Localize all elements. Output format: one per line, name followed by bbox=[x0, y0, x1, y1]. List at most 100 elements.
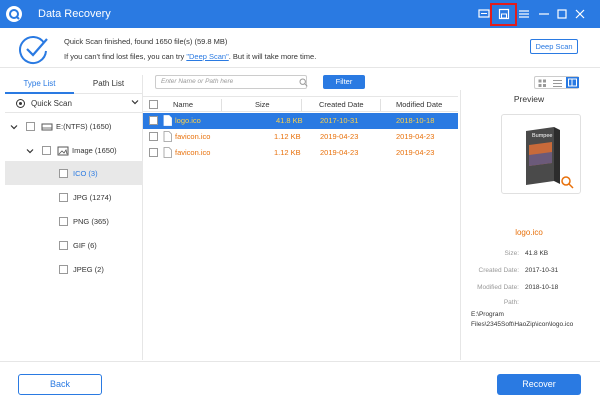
column-name[interactable]: Name bbox=[173, 100, 193, 109]
table-row[interactable]: logo.ico 41.8 KB 2017-10-31 2018-10-18 bbox=[143, 113, 458, 129]
column-size[interactable]: Size bbox=[255, 100, 270, 109]
tree-item-label: ICO (3) bbox=[73, 169, 98, 178]
checkbox[interactable] bbox=[26, 122, 35, 131]
checkbox[interactable] bbox=[149, 116, 158, 125]
filter-button[interactable]: Filter bbox=[323, 75, 365, 89]
view-toggle bbox=[534, 76, 579, 89]
tree-item-drive[interactable]: E:(NTFS) (1650) bbox=[5, 115, 143, 139]
column-modified-date[interactable]: Modified Date bbox=[396, 100, 442, 109]
feedback-icon[interactable] bbox=[477, 7, 491, 21]
tree-item-label: GIF (6) bbox=[73, 241, 97, 250]
checkbox[interactable] bbox=[59, 217, 68, 226]
path-label: Path: bbox=[503, 299, 519, 306]
tab-type-list[interactable]: Type List bbox=[5, 75, 74, 94]
checkbox[interactable] bbox=[59, 193, 68, 202]
file-size: 41.8 KB bbox=[276, 116, 303, 125]
file-icon bbox=[163, 115, 172, 128]
modified-date: 2018-10-18 bbox=[396, 116, 435, 125]
preview-thumbnail: Bumpee bbox=[501, 114, 581, 194]
sidebar: Type List Path List Quick Scan E:(NTFS) … bbox=[5, 75, 143, 360]
tree-item-label: E:(NTFS) (1650) bbox=[56, 122, 112, 131]
preview-view-icon[interactable] bbox=[566, 77, 579, 88]
checkbox[interactable] bbox=[149, 132, 158, 141]
sidebar-tabs: Type List Path List bbox=[5, 75, 143, 94]
recover-button[interactable]: Recover bbox=[497, 374, 581, 395]
menu-icon[interactable] bbox=[517, 7, 531, 21]
check-circle-icon bbox=[18, 33, 50, 67]
file-list-panel: Enter Name or Path here Filter Name Size… bbox=[143, 75, 458, 360]
created-date: 2019-04-23 bbox=[320, 132, 359, 141]
preview-title: Preview bbox=[513, 94, 545, 104]
created-date: 2017-10-31 bbox=[320, 116, 359, 125]
zoom-icon[interactable] bbox=[560, 175, 574, 191]
column-created-date[interactable]: Created Date bbox=[319, 100, 364, 109]
file-name: logo.ico bbox=[175, 116, 201, 125]
maximize-icon[interactable] bbox=[555, 7, 569, 21]
tree-item-jpg[interactable]: JPG (1274) bbox=[5, 185, 143, 209]
search-input[interactable]: Enter Name or Path here bbox=[155, 75, 307, 89]
modified-date-value: 2018-10-18 bbox=[525, 284, 559, 291]
drive-icon bbox=[41, 121, 53, 135]
file-icon bbox=[163, 147, 172, 160]
minimize-icon[interactable] bbox=[537, 7, 551, 21]
scan-mode-label: Quick Scan bbox=[31, 99, 72, 108]
modified-date: 2019-04-23 bbox=[396, 132, 435, 141]
scan-mode-select[interactable]: Quick Scan bbox=[5, 94, 143, 113]
thumbnail-view-icon[interactable] bbox=[538, 79, 547, 90]
checkbox[interactable] bbox=[59, 169, 68, 178]
tree-item-png[interactable]: PNG (365) bbox=[5, 209, 143, 233]
preview-file-name: logo.ico bbox=[515, 228, 543, 237]
file-name: favicon.ico bbox=[175, 148, 211, 157]
scan-mode-radio-icon bbox=[16, 99, 25, 108]
tree-item-jpeg[interactable]: JPEG (2) bbox=[5, 257, 143, 281]
file-icon bbox=[163, 131, 172, 144]
table-header: Name Size Created Date Modified Date bbox=[143, 96, 458, 112]
checkbox[interactable] bbox=[42, 146, 51, 155]
chevron-down-icon[interactable] bbox=[10, 123, 18, 133]
column-divider bbox=[221, 99, 222, 111]
title-bar: Data Recovery bbox=[0, 0, 600, 28]
tree-item-label: JPEG (2) bbox=[73, 265, 104, 274]
close-icon[interactable] bbox=[573, 7, 587, 21]
tree-item-label: PNG (365) bbox=[73, 217, 109, 226]
scan-status-area: Quick Scan finished, found 1650 file(s) … bbox=[0, 28, 600, 68]
modified-date: 2019-04-23 bbox=[396, 148, 435, 157]
list-view-icon[interactable] bbox=[553, 79, 562, 90]
table-row[interactable]: favicon.ico 1.12 KB 2019-04-23 2019-04-2… bbox=[143, 129, 458, 145]
tree-item-ico[interactable]: ICO (3) bbox=[5, 161, 143, 185]
chevron-down-icon bbox=[131, 98, 139, 108]
footer-bar: Back Recover bbox=[0, 361, 600, 412]
checkbox[interactable] bbox=[149, 148, 158, 157]
created-date-value: 2017-10-31 bbox=[525, 267, 559, 274]
tab-path-list[interactable]: Path List bbox=[74, 75, 143, 94]
chevron-down-icon[interactable] bbox=[26, 147, 34, 157]
checkbox[interactable] bbox=[59, 265, 68, 274]
checkbox[interactable] bbox=[59, 241, 68, 250]
size-label: Size: bbox=[504, 250, 519, 257]
created-date-label: Created Date: bbox=[478, 267, 519, 274]
deep-scan-link[interactable]: "Deep Scan" bbox=[186, 52, 228, 61]
modified-date-label: Modified Date: bbox=[477, 284, 519, 291]
file-name: favicon.ico bbox=[175, 132, 211, 141]
save-button-highlight bbox=[490, 3, 517, 26]
deep-scan-button[interactable]: Deep Scan bbox=[530, 39, 578, 54]
column-divider bbox=[380, 99, 381, 111]
table-row[interactable]: favicon.ico 1.12 KB 2019-04-23 2019-04-2… bbox=[143, 145, 458, 161]
tree-item-label: JPG (1274) bbox=[73, 193, 112, 202]
scan-result-text: Quick Scan finished, found 1650 file(s) … bbox=[64, 37, 228, 46]
preview-panel: Preview Bumpee logo.ico Size: 41.8 KB Cr… bbox=[460, 90, 596, 360]
tree-item-gif[interactable]: GIF (6) bbox=[5, 233, 143, 257]
deep-scan-hint: If you can't find lost files, you can tr… bbox=[64, 52, 317, 61]
created-date: 2019-04-23 bbox=[320, 148, 359, 157]
search-icon[interactable] bbox=[299, 78, 308, 89]
select-all-checkbox[interactable] bbox=[149, 100, 158, 109]
app-logo-icon bbox=[6, 6, 22, 22]
back-button[interactable]: Back bbox=[18, 374, 102, 395]
window-title: Data Recovery bbox=[38, 8, 111, 20]
file-size: 1.12 KB bbox=[274, 132, 301, 141]
thumbnail-label: Bumpee bbox=[532, 133, 553, 139]
file-size: 1.12 KB bbox=[274, 148, 301, 157]
tree-item-image[interactable]: Image (1650) bbox=[5, 139, 143, 163]
image-icon bbox=[57, 145, 69, 159]
size-value: 41.8 KB bbox=[525, 250, 549, 257]
